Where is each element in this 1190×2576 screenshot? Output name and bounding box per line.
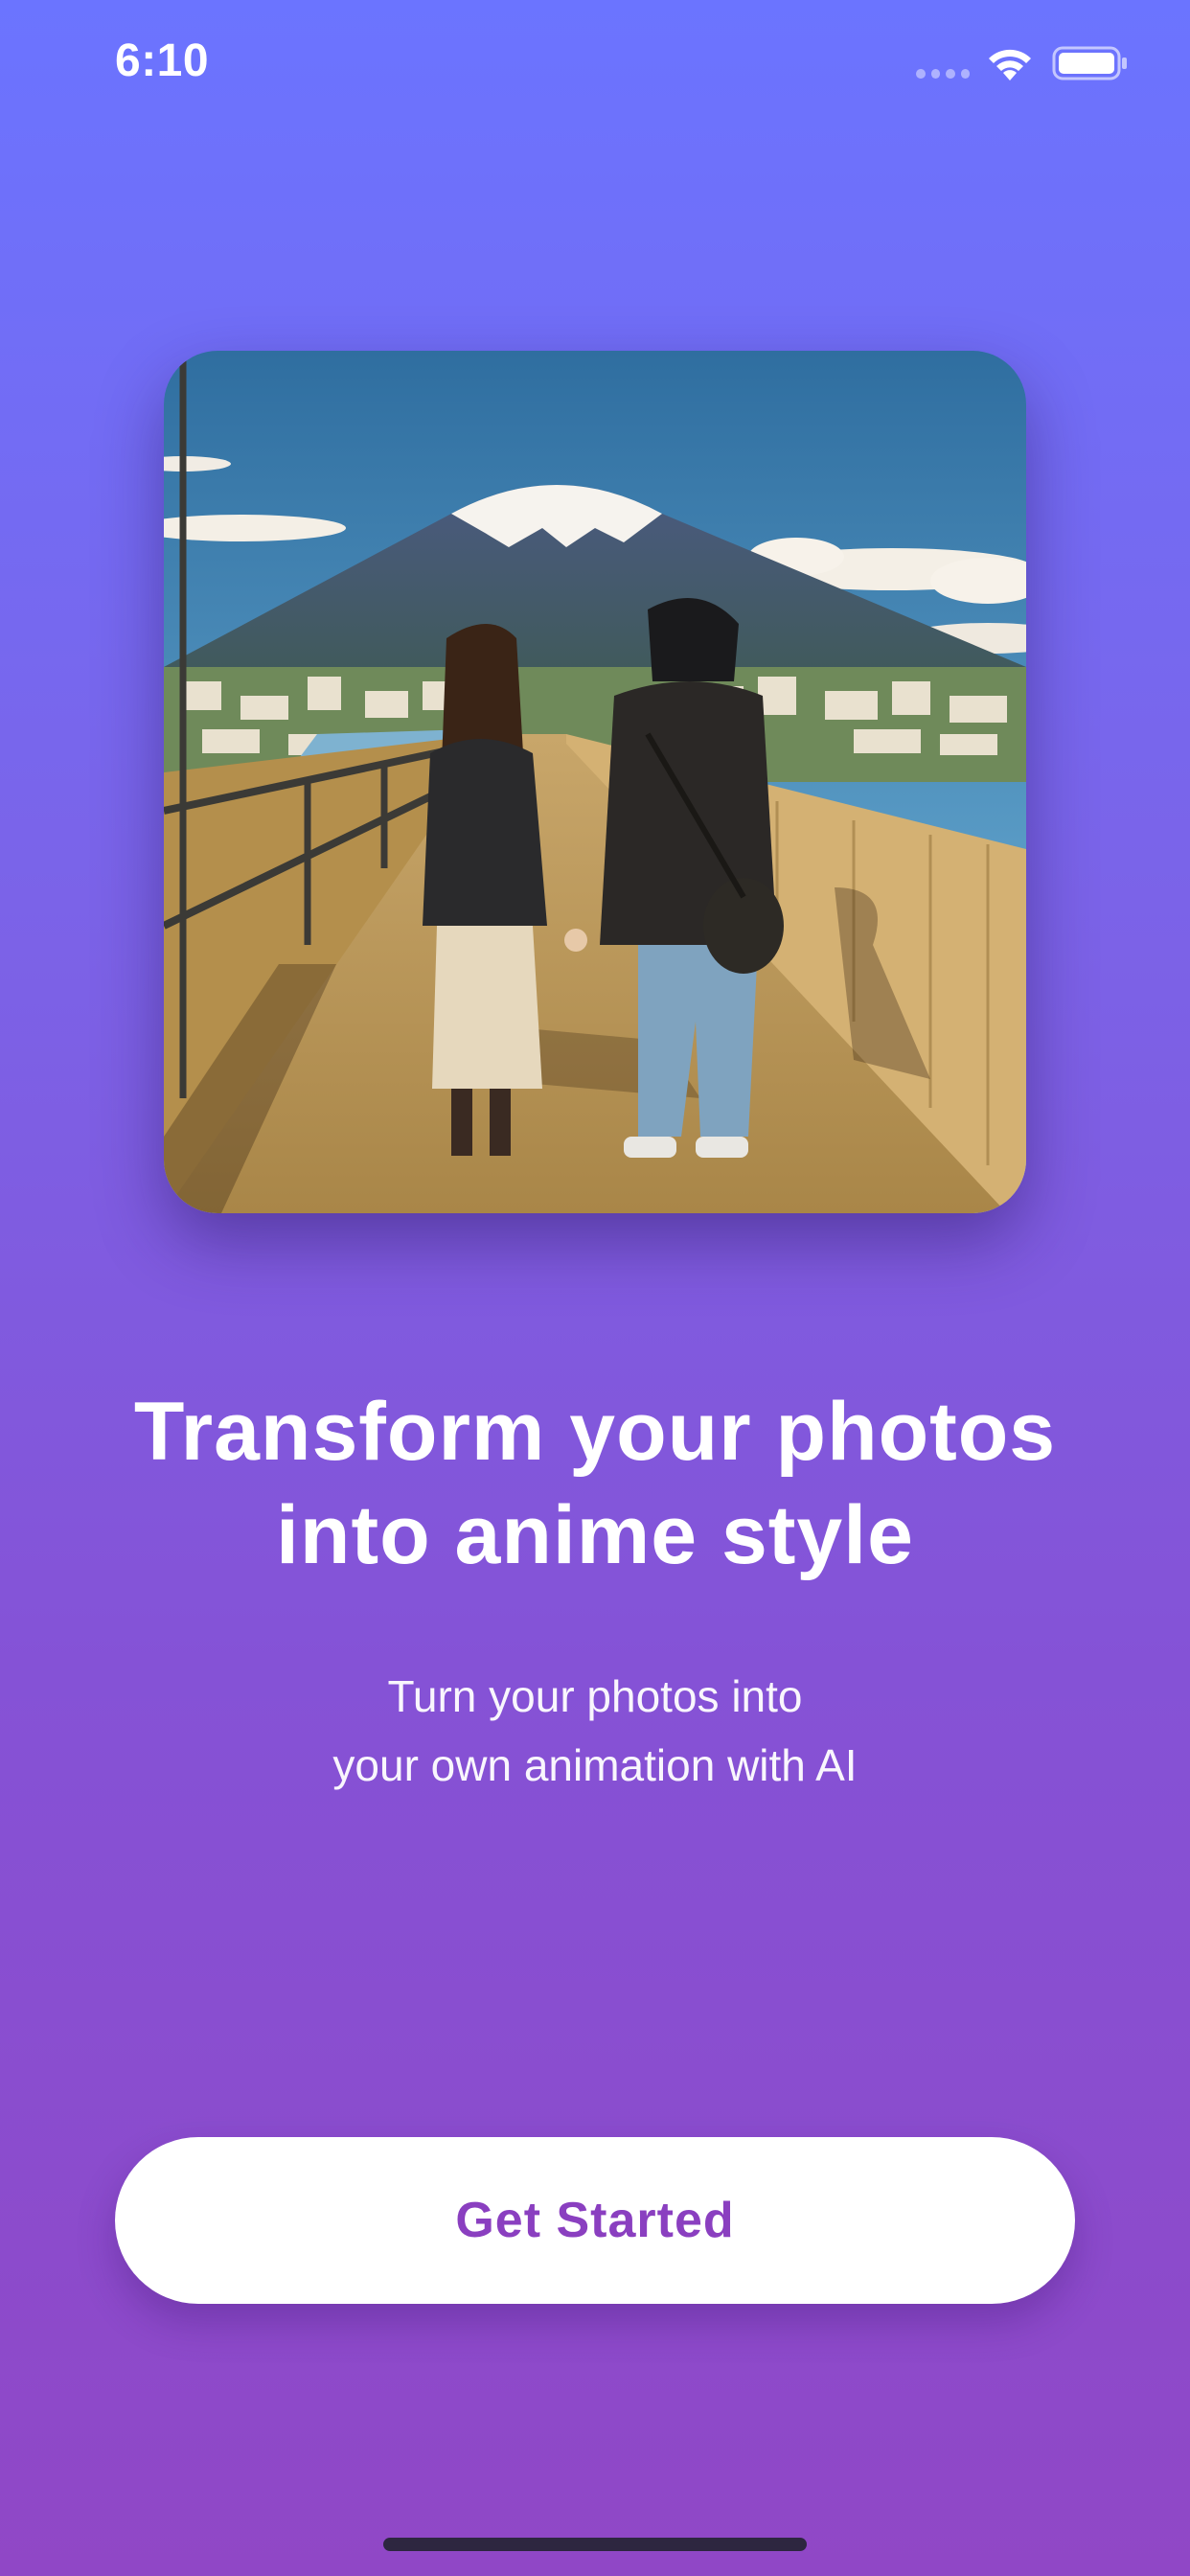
headline-line-2: into anime style [276,1489,914,1581]
subheadline-line-2: your own animation with AI [332,1740,858,1790]
wifi-icon [989,49,1031,80]
status-bar: 6:10 [0,0,1190,134]
get-started-button[interactable]: Get Started [115,2137,1075,2304]
hero-image [164,351,1026,1213]
headline-line-1: Transform your photos [133,1386,1057,1478]
home-indicator[interactable] [383,2538,807,2551]
anime-couple-illustration [164,351,1026,1213]
subheadline-line-1: Turn your photos into [387,1671,803,1721]
onboarding-headline: Transform your photos into anime style [57,1380,1133,1587]
status-time: 6:10 [115,35,210,86]
cellular-signal-icon [916,69,970,80]
battery-icon [1052,46,1127,80]
onboarding-subheadline: Turn your photos into your own animation… [77,1662,1113,1800]
